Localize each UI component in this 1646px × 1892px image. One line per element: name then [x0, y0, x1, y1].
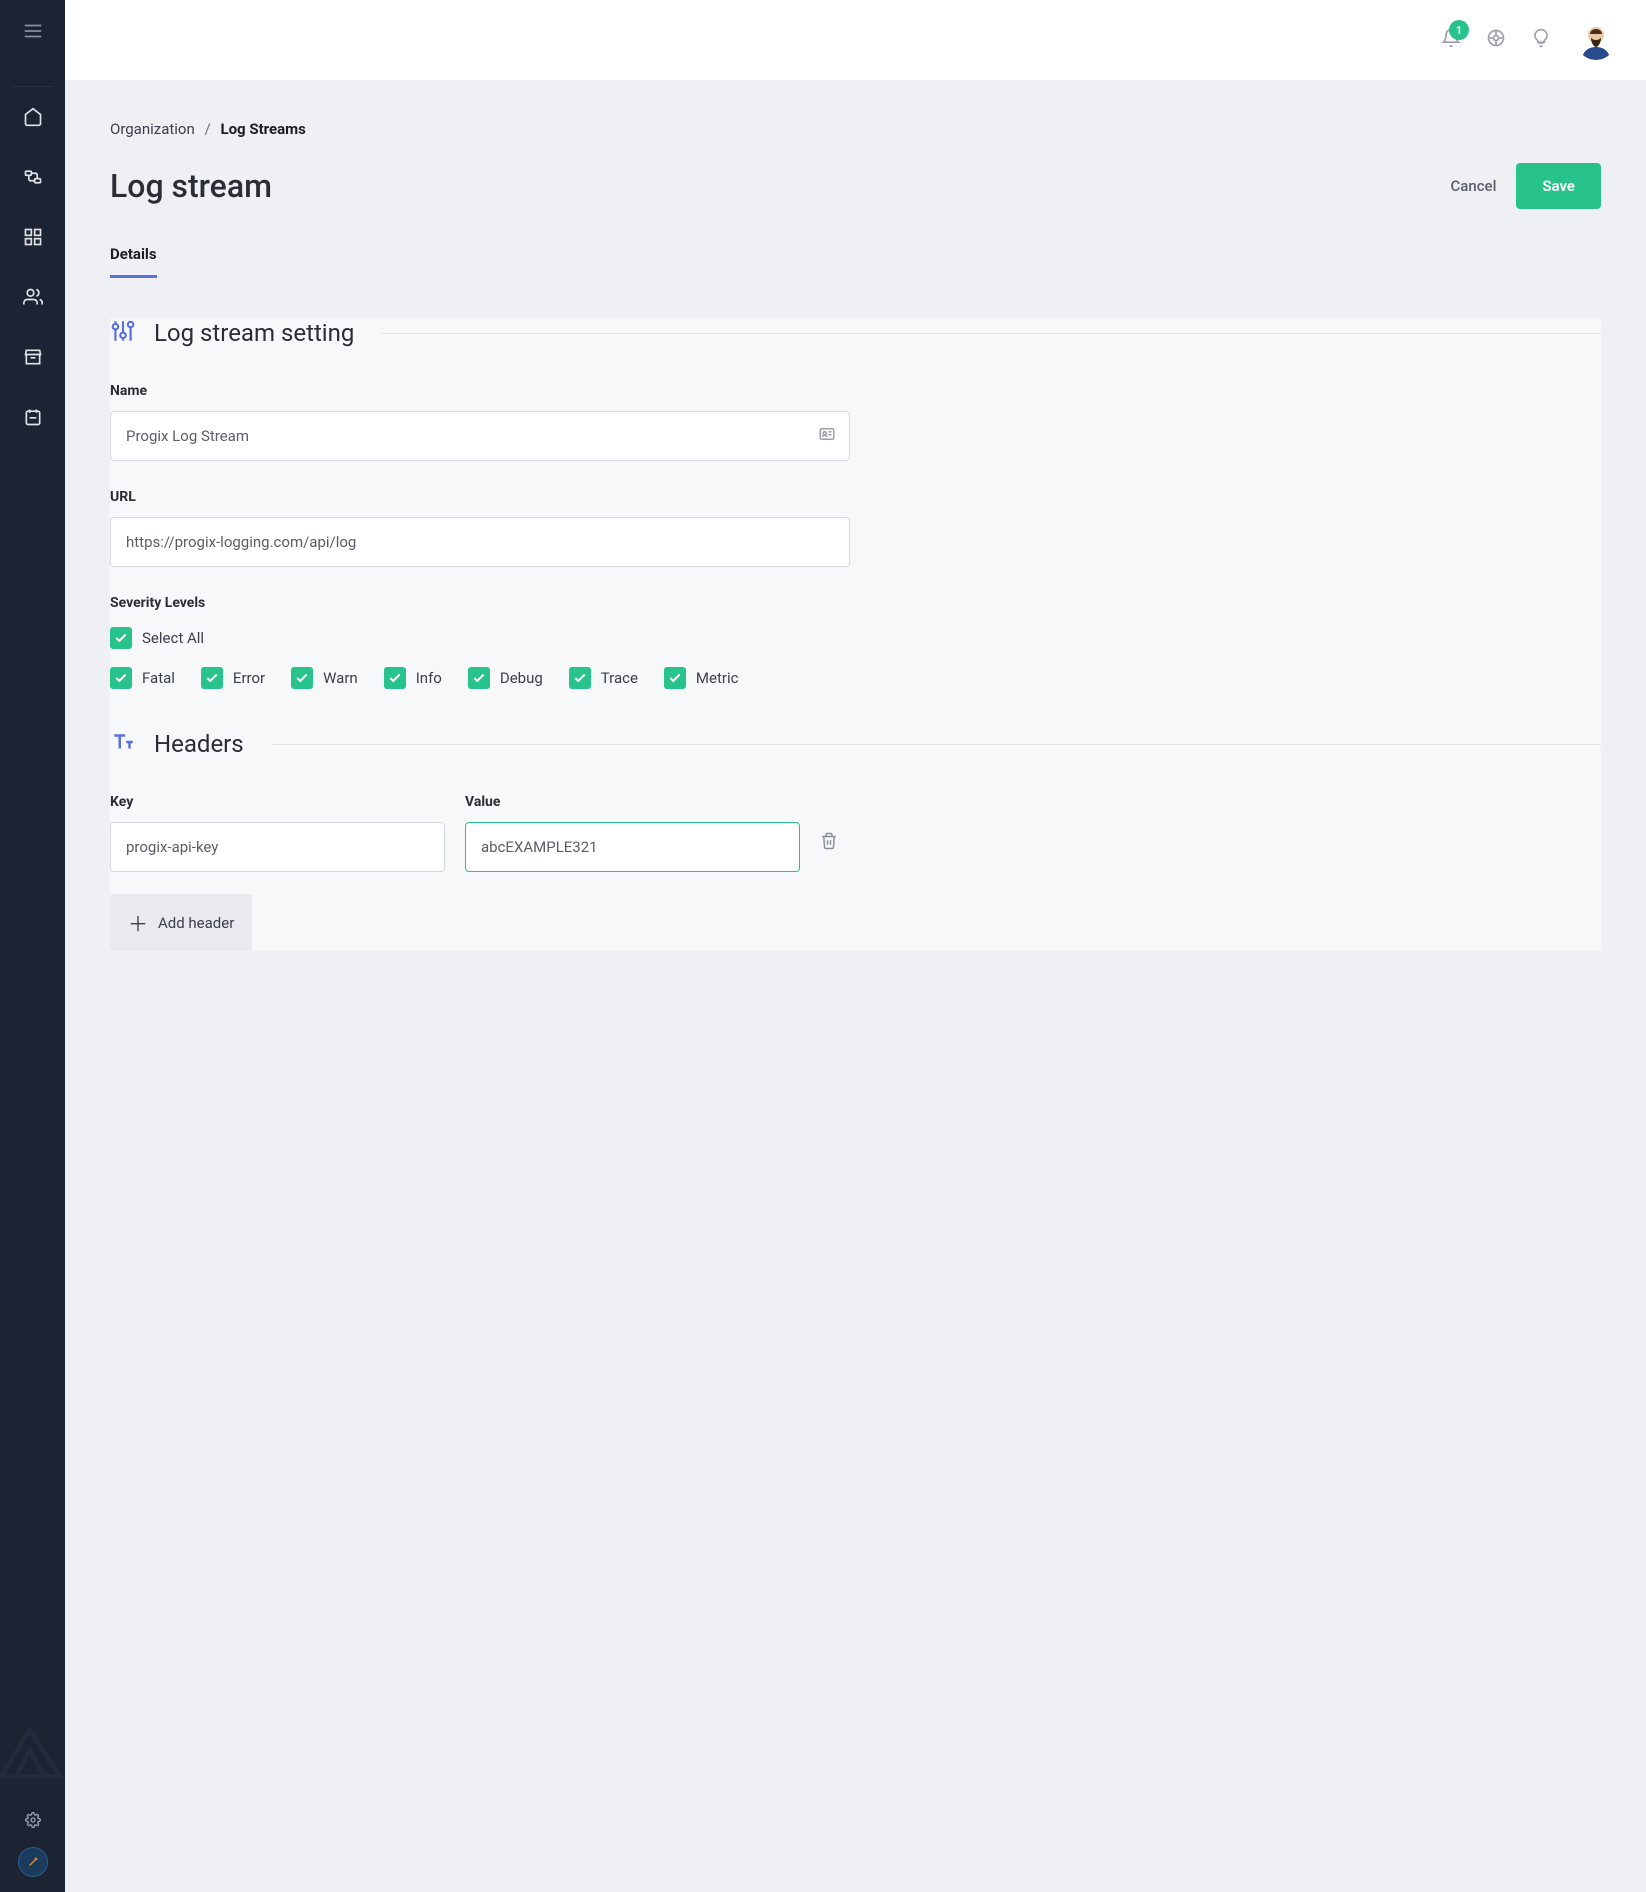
nav-store-icon[interactable] — [13, 337, 53, 377]
delete-header-icon[interactable] — [820, 832, 838, 854]
severity-fatal-checkbox[interactable]: Fatal — [110, 667, 175, 689]
compass-icon[interactable] — [18, 1847, 48, 1877]
severity-label: Error — [233, 669, 265, 687]
check-icon — [384, 667, 406, 689]
breadcrumb-current: Log Streams — [220, 120, 305, 138]
severity-info-checkbox[interactable]: Info — [384, 667, 442, 689]
page-title: Log stream — [110, 167, 272, 205]
notification-badge: 1 — [1449, 20, 1469, 40]
page-actions: Cancel Save — [1450, 163, 1601, 209]
hamburger-icon[interactable] — [22, 20, 44, 46]
save-button[interactable]: Save — [1516, 163, 1601, 209]
breadcrumb: Organization / Log Streams — [110, 120, 1601, 138]
breadcrumb-sep: / — [205, 120, 211, 138]
card-icon — [818, 425, 836, 447]
check-icon — [110, 667, 132, 689]
severity-warn-checkbox[interactable]: Warn — [291, 667, 358, 689]
name-label: Name — [110, 383, 1601, 399]
select-all-label: Select All — [142, 629, 204, 647]
check-icon — [468, 667, 490, 689]
severity-row: Fatal Error Warn Info Debug Trace Metric — [110, 667, 1601, 689]
header-key-input[interactable] — [110, 822, 445, 872]
severity-label: Debug — [500, 669, 543, 687]
divider — [272, 744, 1601, 745]
severity-trace-checkbox[interactable]: Trace — [569, 667, 638, 689]
divider — [382, 333, 1601, 334]
headers-title: Headers — [154, 730, 244, 758]
avatar[interactable] — [1576, 20, 1616, 60]
check-icon — [569, 667, 591, 689]
check-icon — [291, 667, 313, 689]
severity-metric-checkbox[interactable]: Metric — [664, 667, 739, 689]
plus-icon: ＋ — [128, 908, 148, 937]
nav-apps-icon[interactable] — [13, 217, 53, 257]
severity-error-checkbox[interactable]: Error — [201, 667, 265, 689]
url-input[interactable] — [110, 517, 850, 567]
sidebar — [0, 0, 65, 1892]
text-icon — [110, 729, 136, 759]
sliders-icon — [110, 318, 136, 348]
nav-home-icon[interactable] — [13, 86, 53, 127]
add-header-button[interactable]: ＋ Add header — [110, 894, 252, 951]
check-icon — [110, 627, 132, 649]
header-value-input[interactable] — [465, 822, 800, 872]
headers-section: Headers Key Value — [110, 729, 1601, 951]
nav-calendar-icon[interactable] — [13, 397, 53, 437]
hint-icon[interactable] — [1531, 28, 1551, 52]
severity-label: Severity Levels — [110, 595, 1601, 611]
severity-label: Trace — [601, 669, 638, 687]
select-all-checkbox[interactable]: Select All — [110, 627, 1601, 649]
tabs: Details — [110, 244, 1601, 278]
header-key-label: Key — [110, 794, 445, 810]
nav-users-icon[interactable] — [13, 277, 53, 317]
tab-details[interactable]: Details — [110, 245, 157, 278]
settings-title: Log stream setting — [154, 319, 354, 347]
topbar: 1 — [65, 0, 1646, 80]
severity-label: Metric — [696, 669, 739, 687]
name-input[interactable] — [110, 411, 850, 461]
severity-label: Fatal — [142, 669, 175, 687]
check-icon — [664, 667, 686, 689]
severity-label: Warn — [323, 669, 358, 687]
header-value-label: Value — [465, 794, 800, 810]
cancel-button[interactable]: Cancel — [1450, 177, 1496, 195]
main: 1 Organization / Log Streams Log stream … — [65, 0, 1646, 1892]
settings-gear-icon[interactable] — [25, 1812, 41, 1832]
check-icon — [201, 667, 223, 689]
page-header: Log stream Cancel Save — [110, 163, 1601, 209]
support-icon[interactable] — [1486, 28, 1506, 52]
severity-label: Info — [416, 669, 442, 687]
nav-flows-icon[interactable] — [13, 157, 53, 197]
breadcrumb-parent[interactable]: Organization — [110, 120, 195, 138]
notifications-icon[interactable]: 1 — [1441, 28, 1461, 52]
settings-section: Log stream setting Name URL S — [110, 318, 1601, 951]
content: Organization / Log Streams Log stream Ca… — [65, 80, 1646, 1892]
severity-debug-checkbox[interactable]: Debug — [468, 667, 543, 689]
url-label: URL — [110, 489, 1601, 505]
sidebar-decor — [0, 1718, 65, 1792]
add-header-label: Add header — [158, 914, 234, 932]
